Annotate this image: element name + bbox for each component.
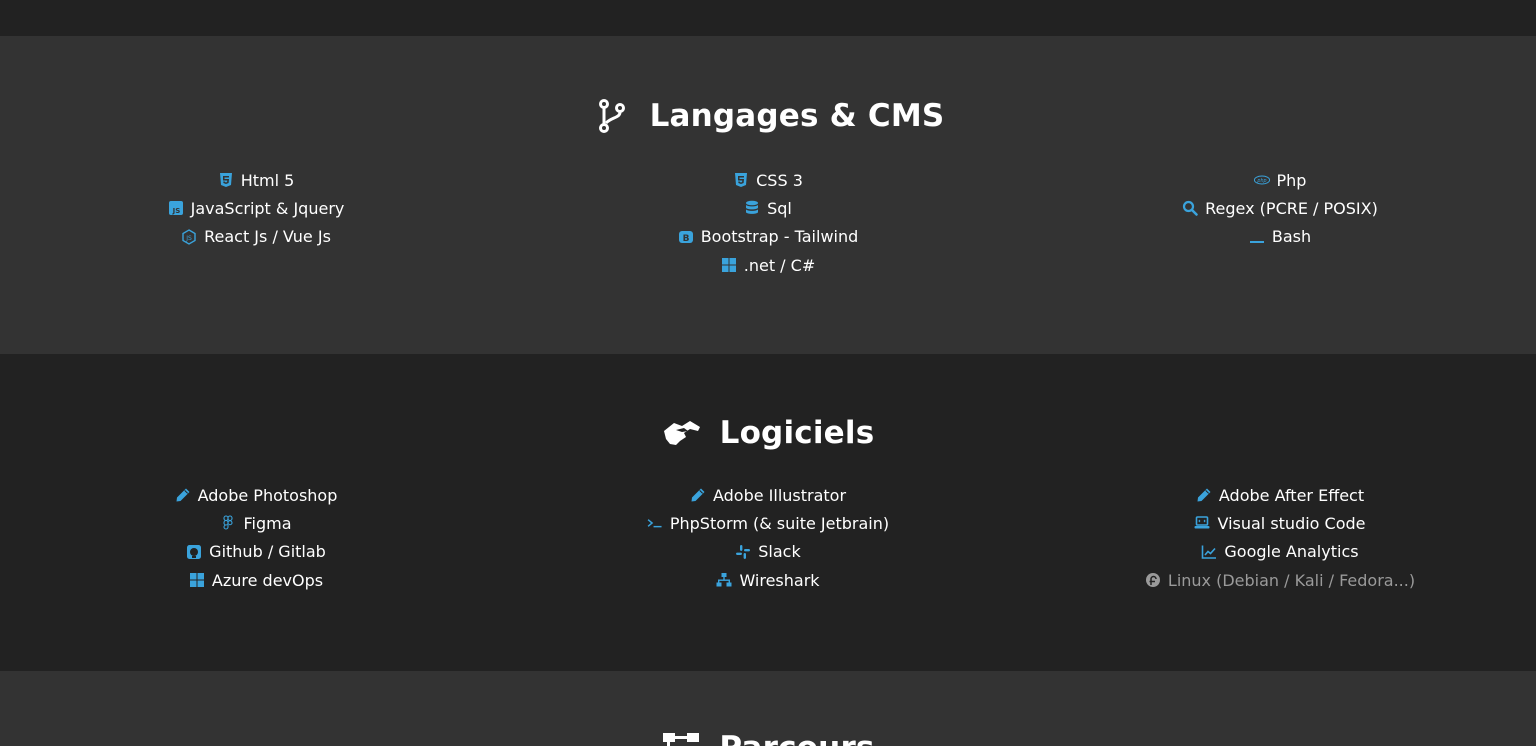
skill-label: Html 5 — [240, 170, 295, 190]
html5-icon — [218, 172, 234, 188]
skill-label: React Js / Vue Js — [204, 227, 331, 247]
skill-item: B Bootstrap - Tailwind — [678, 223, 859, 251]
skill-label: Linux (Debian / Kali / Fedora...) — [1167, 570, 1416, 590]
skill-label: CSS 3 — [756, 170, 803, 190]
pencil-icon — [175, 487, 191, 503]
skill-item: JS JavaScript & Jquery — [168, 194, 345, 222]
bootstrap-icon: B — [678, 229, 694, 245]
software-heading: Logiciels — [0, 413, 1536, 453]
skill-label: Figma — [243, 513, 292, 533]
languages-col-2: CSS 3 Sql B Bootstrap - Tailwind .net / C# — [512, 166, 1024, 279]
skill-item: Github / Gitlab — [186, 538, 326, 566]
php-icon: php — [1253, 172, 1270, 188]
top-bar — [0, 0, 1536, 36]
svg-text:JS: JS — [171, 207, 180, 215]
svg-text:JS: JS — [185, 235, 192, 242]
code-branch-icon — [592, 96, 632, 136]
pencil-icon — [690, 487, 706, 503]
slack-icon — [735, 544, 751, 560]
css3-icon — [733, 172, 749, 188]
skill-label: PhpStorm (& suite Jetbrain) — [669, 513, 890, 533]
windows-icon — [721, 257, 737, 273]
skill-label: Regex (PCRE / POSIX) — [1205, 198, 1378, 218]
skill-item: Visual studio Code — [1194, 509, 1366, 537]
skill-item: Wireshark — [716, 566, 820, 594]
software-col-3: Adobe After Effect Visual studio Code Goog… — [1024, 481, 1536, 594]
section-title: Langages & CMS — [649, 98, 945, 134]
skill-label: Github / Gitlab — [209, 542, 326, 562]
skill-label: Wireshark — [739, 570, 820, 590]
github-square-icon — [186, 544, 202, 560]
software-section: Logiciels Adobe Photoshop Figma Github / G… — [0, 354, 1536, 671]
terminal-icon — [647, 515, 663, 531]
handshake-icon — [662, 413, 702, 453]
skill-label: Adobe After Effect — [1218, 485, 1365, 505]
skill-label: Slack — [758, 542, 801, 562]
skill-item: Sql — [744, 194, 792, 222]
chart-line-icon — [1201, 544, 1217, 560]
skill-item: Figma — [220, 509, 292, 537]
skill-label: Adobe Photoshop — [197, 485, 338, 505]
software-col-1: Adobe Photoshop Figma Github / Gitlab Azure… — [0, 481, 512, 594]
section-title: Logiciels — [719, 415, 875, 451]
skill-label: Google Analytics — [1224, 542, 1359, 562]
skill-item: PhpStorm (& suite Jetbrain) — [647, 509, 889, 537]
fedora-icon — [1145, 572, 1161, 588]
js-square-icon: JS — [168, 200, 184, 216]
windows-icon — [189, 572, 205, 588]
search-icon — [1182, 200, 1198, 217]
skill-label: Php — [1276, 170, 1307, 190]
languages-columns: Html 5 JS JavaScript & Jquery JS React Js / … — [0, 166, 1536, 279]
skill-item: Html 5 — [218, 166, 295, 194]
skill-item: .net / C# — [721, 251, 815, 279]
sitemap-icon — [661, 728, 701, 746]
languages-col-1: Html 5 JS JavaScript & Jquery JS React Js / … — [0, 166, 512, 279]
skill-label: Sql — [767, 198, 792, 218]
skill-item: Google Analytics — [1201, 538, 1359, 566]
skill-item: Adobe Photoshop — [175, 481, 338, 509]
skill-item: Adobe After Effect — [1196, 481, 1364, 509]
svg-text:php: php — [1256, 178, 1266, 184]
section-title: Parcours — [719, 730, 874, 746]
skill-item: JS React Js / Vue Js — [181, 223, 331, 251]
pencil-icon — [1196, 487, 1212, 503]
languages-heading: Langages & CMS — [0, 96, 1536, 136]
skill-item: Linux (Debian / Kali / Fedora...) — [1145, 566, 1415, 594]
skill-label: Visual studio Code — [1217, 513, 1366, 533]
laptop-code-icon — [1194, 515, 1210, 531]
skill-label: Bootstrap - Tailwind — [700, 227, 859, 247]
skill-label: Bash — [1271, 227, 1312, 247]
parcours-section: Parcours — [0, 671, 1536, 746]
languages-section: Langages & CMS Html 5 JS JavaScript & Jque… — [0, 36, 1536, 354]
skill-label: Adobe Illustrator — [712, 485, 847, 505]
skill-item: Azure devOps — [189, 566, 323, 594]
skill-item: Bash — [1249, 223, 1311, 251]
figma-icon — [220, 515, 236, 531]
node-js-icon: JS — [181, 228, 197, 245]
skill-label: .net / C# — [743, 255, 816, 275]
software-col-2: Adobe Illustrator PhpStorm (& suite Jetbr… — [512, 481, 1024, 594]
software-columns: Adobe Photoshop Figma Github / Gitlab Azure… — [0, 481, 1536, 594]
parcours-heading: Parcours — [0, 728, 1536, 746]
skill-label: JavaScript & Jquery — [190, 198, 345, 218]
underscore-icon — [1249, 229, 1265, 245]
languages-col-3: php Php Regex (PCRE / POSIX) Bash — [1024, 166, 1536, 279]
network-icon — [716, 572, 732, 588]
skill-item: php Php — [1253, 166, 1307, 194]
skill-item: Adobe Illustrator — [690, 481, 846, 509]
skill-item: Slack — [735, 538, 801, 566]
skill-item: Regex (PCRE / POSIX) — [1182, 194, 1378, 222]
skill-label: Azure devOps — [211, 570, 324, 590]
skill-item: CSS 3 — [733, 166, 803, 194]
svg-text:B: B — [682, 234, 689, 244]
database-icon — [744, 200, 760, 216]
